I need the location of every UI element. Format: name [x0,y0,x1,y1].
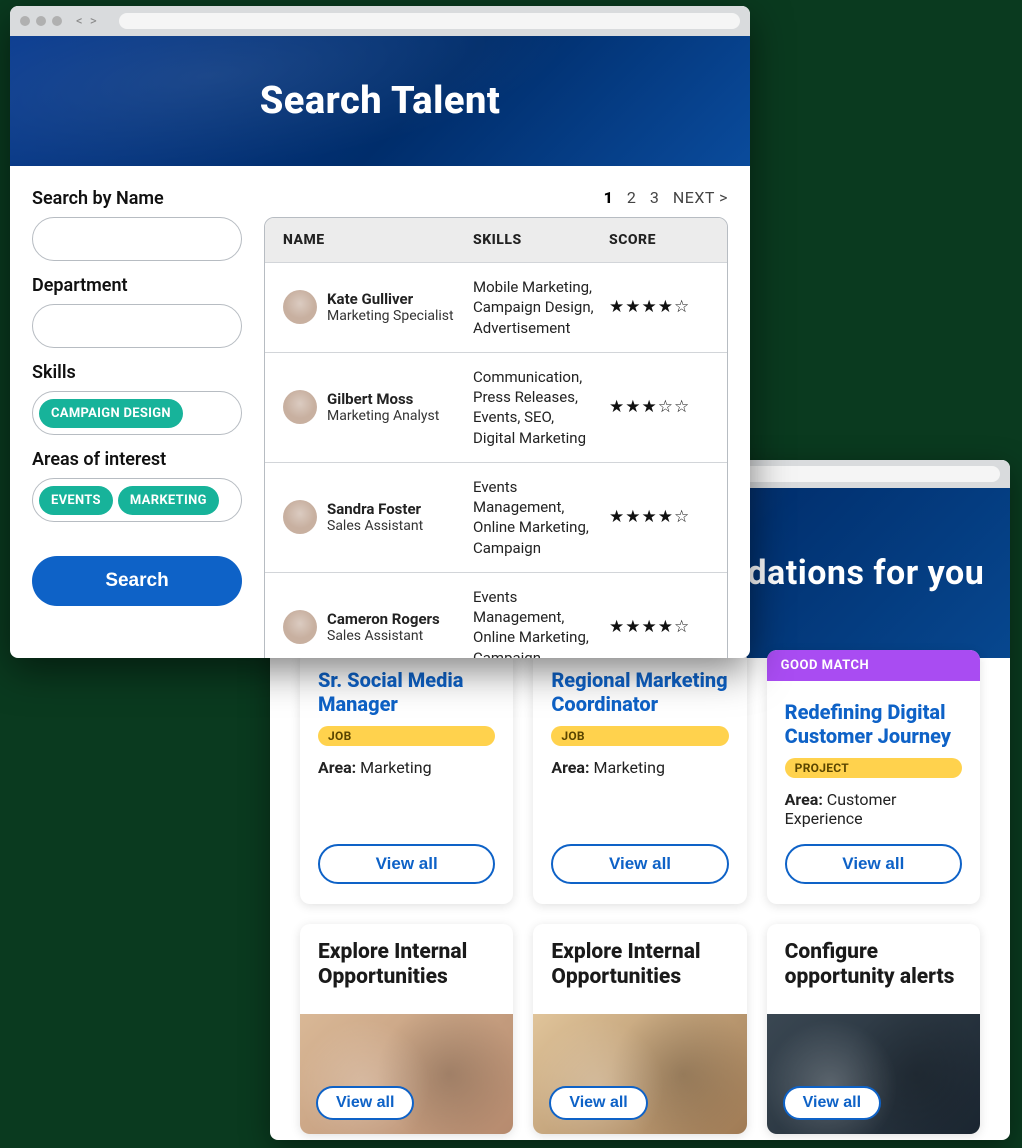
area-line: Area: Marketing [318,758,495,777]
view-all-button[interactable]: View all [551,844,728,884]
feature-card[interactable]: Explore Internal Opportunities View all [533,924,746,1134]
person-role: Sales Assistant [327,518,423,534]
skills-cell: Events Management, Online Marketing, Cam… [473,587,609,658]
page-title: Search Talent [260,79,501,123]
url-bar[interactable] [119,13,740,29]
search-talent-window: < > Search Talent Search by Name Departm… [10,6,750,658]
nav-arrows-icon[interactable]: < > [76,14,99,29]
person-role: Sales Assistant [327,628,440,644]
next-link[interactable]: NEXT > [673,188,728,207]
filter-skills: Skills CAMPAIGN DESIGN [32,362,242,435]
skills-cell: Communication, Press Releases, Events, S… [473,367,609,448]
person-name: Gilbert Moss [327,390,439,408]
feature-title: Explore Internal Opportunities [300,924,513,998]
table-row[interactable]: Kate GulliverMarketing SpecialistMobile … [265,262,727,352]
filter-areas-label: Areas of interest [32,449,242,470]
feature-card[interactable]: Explore Internal Opportunities View all [300,924,513,1134]
page-link[interactable]: 1 [604,188,613,207]
page-link[interactable]: 2 [627,188,636,207]
filters-sidebar: Search by Name Department Skills CAMPAIG… [32,188,242,658]
search-name-input[interactable] [32,217,242,261]
person-role: Marketing Specialist [327,308,454,324]
score-stars: ★★★★☆ [609,617,709,637]
front-browser-chrome: < > [10,6,750,36]
name-cell: Gilbert MossMarketing Analyst [283,390,473,424]
recommendation-card[interactable]: Sr. Social Media Manager JOB Area: Marketi… [300,650,513,904]
skills-chip-field[interactable]: CAMPAIGN DESIGN [32,391,242,435]
search-hero: Search Talent [10,36,750,166]
view-all-button[interactable]: View all [785,844,962,884]
area-chip[interactable]: EVENTS [39,486,113,515]
avatar [283,610,317,644]
avatar [283,500,317,534]
type-pill: JOB [551,726,728,746]
table-row[interactable]: Gilbert MossMarketing AnalystCommunicati… [265,352,727,462]
department-input[interactable] [32,304,242,348]
view-all-button[interactable]: View all [318,844,495,884]
results-table: NAME SKILLS SCORE Kate GulliverMarketing… [264,217,728,658]
view-all-button[interactable]: View all [549,1086,647,1120]
skill-chip[interactable]: CAMPAIGN DESIGN [39,399,183,428]
window-dot [52,16,62,26]
pagination: 123 NEXT > [264,188,728,207]
type-pill: PROJECT [785,758,962,778]
table-header: NAME SKILLS SCORE [265,218,727,262]
table-row[interactable]: Cameron RogersSales AssistantEvents Mana… [265,572,727,658]
recommendations-grid: Sr. Social Media Manager JOB Area: Marketi… [270,620,1010,1140]
name-cell: Sandra FosterSales Assistant [283,500,473,534]
person-role: Marketing Analyst [327,408,439,424]
name-cell: Cameron RogersSales Assistant [283,610,473,644]
rec-title: Regional Marketing Coordinator [551,668,728,716]
view-all-button[interactable]: View all [316,1086,414,1120]
filter-skills-label: Skills [32,362,242,383]
col-score: SCORE [609,232,709,248]
person-name: Kate Gulliver [327,290,454,308]
area-chip[interactable]: MARKETING [118,486,219,515]
person-name: Cameron Rogers [327,610,440,628]
avatar [283,390,317,424]
search-button[interactable]: Search [32,556,242,606]
skills-cell: Mobile Marketing, Campaign Design, Adver… [473,277,609,338]
col-name: NAME [283,232,473,248]
table-row[interactable]: Sandra FosterSales AssistantEvents Manag… [265,462,727,572]
recommendation-card[interactable]: Regional Marketing Coordinator JOB Area: M… [533,650,746,904]
score-stars: ★★★★☆ [609,297,709,317]
rec-title: Redefining Digital Customer Journey [785,700,962,748]
avatar [283,290,317,324]
rec-title: Sr. Social Media Manager [318,668,495,716]
score-stars: ★★★☆☆ [609,397,709,417]
person-name: Sandra Foster [327,500,423,518]
type-pill: JOB [318,726,495,746]
good-match-badge: GOOD MATCH [767,650,980,681]
page-link[interactable]: 3 [650,188,659,207]
feature-card[interactable]: Configure opportunity alerts View all [767,924,980,1134]
filter-areas: Areas of interest EVENTSMARKETING [32,449,242,522]
feature-title: Explore Internal Opportunities [533,924,746,998]
areas-chip-field[interactable]: EVENTSMARKETING [32,478,242,522]
filter-name-label: Search by Name [32,188,242,209]
recommendation-card[interactable]: GOOD MATCH Redefining Digital Customer Jo… [767,650,980,904]
filter-name: Search by Name [32,188,242,261]
area-line: Area: Customer Experience [785,790,962,828]
skills-cell: Events Management, Online Marketing, Cam… [473,477,609,558]
view-all-button[interactable]: View all [783,1086,881,1120]
filter-department-label: Department [32,275,242,296]
feature-title: Configure opportunity alerts [767,924,980,998]
score-stars: ★★★★☆ [609,507,709,527]
window-dot [20,16,30,26]
results-panel: 123 NEXT > NAME SKILLS SCORE Kate Gullive… [264,188,728,658]
window-dot [36,16,46,26]
name-cell: Kate GulliverMarketing Specialist [283,290,473,324]
col-skills: SKILLS [473,232,609,248]
filter-department: Department [32,275,242,348]
area-line: Area: Marketing [551,758,728,777]
